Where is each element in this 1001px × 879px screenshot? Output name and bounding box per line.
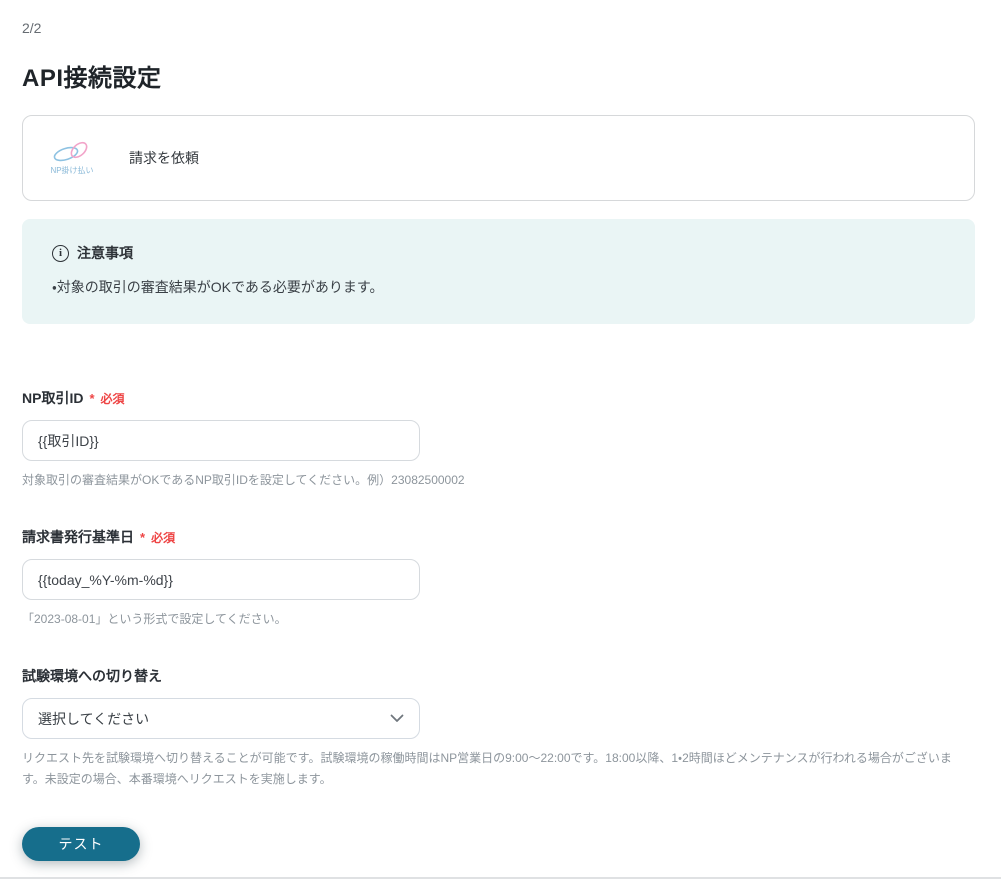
page-title: API接続設定 [22,65,162,92]
field-group-test-environment: 試験環境への切り替え 選択してください リクエスト先を試験環境へ切り替えることが… [22,666,975,790]
invoice-base-date-helper: 「2023-08-01」という形式で設定してください。 [22,612,287,626]
api-connection-settings-page: 2/2 API接続設定 NP掛け払い 請求を依頼 i 注意事項 ・対象の取引の審… [0,0,1001,790]
field-group-np-transaction-id: NP取引ID * 必須 対象取引の審査結果がOKであるNP取引IDを設定してくだ… [22,388,975,491]
test-environment-select-value: 選択してください [38,710,150,727]
field-group-invoice-base-date: 請求書発行基準日 * 必須 「2023-08-01」という形式で設定してください… [22,527,975,630]
notice-item: ・対象の取引の審査結果がOKである必要があります。 [52,279,384,295]
notice-box: i 注意事項 ・対象の取引の審査結果がOKである必要があります。 [22,219,975,324]
test-environment-helper: リクエスト先を試験環境へ切り替えることが可能です。試験環境の稼働時間はNP営業日… [22,751,952,786]
field-label-invoice-base-date: 請求書発行基準日 [22,529,134,545]
test-button[interactable]: テスト [22,827,140,861]
step-indicator: 2/2 [22,20,42,36]
notice-title: 注意事項 [77,245,133,261]
info-icon: i [52,244,69,262]
action-card-request-billing[interactable]: NP掛け払い 請求を依頼 [22,115,975,201]
test-environment-select[interactable]: 選択してください [22,698,420,739]
field-label-np-transaction-id: NP取引ID [22,390,84,406]
footer-actions: テスト [22,827,140,861]
invoice-base-date-input[interactable] [22,559,420,600]
np-kakebarai-logo: NP掛け払い [43,140,101,176]
np-logo-icon [53,141,88,162]
required-badge: 必須 [100,392,125,406]
required-asterisk: * [140,530,146,545]
np-transaction-id-input[interactable] [22,420,420,461]
action-card-label: 請求を依頼 [129,150,199,166]
chevron-down-icon [390,714,404,722]
field-label-test-environment: 試験環境への切り替え [22,668,162,684]
np-transaction-id-helper: 対象取引の審査結果がOKであるNP取引IDを設定してください。例）2308250… [22,473,465,487]
np-logo-text: NP掛け払い [50,166,94,175]
required-asterisk: * [89,391,95,406]
required-badge: 必須 [151,531,176,545]
